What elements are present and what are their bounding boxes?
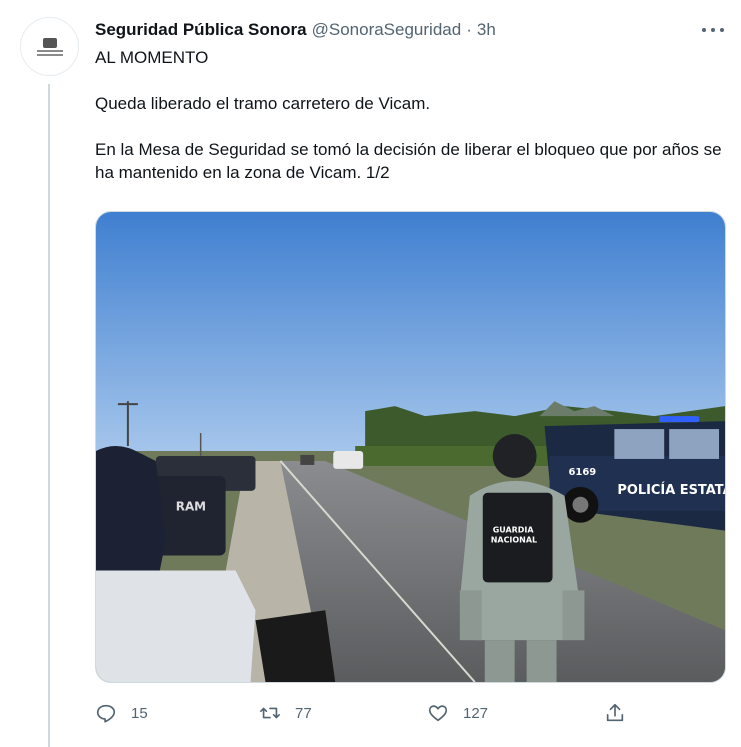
heart-icon [428, 705, 448, 722]
tweet-line-details: En la Mesa de Seguridad se tomó la decis… [95, 140, 722, 182]
tweet-line-headline: AL MOMENTO [95, 48, 209, 67]
truck-number: 6169 [568, 467, 596, 478]
tweet-text: AL MOMENTO Queda liberado el tramo carre… [95, 46, 725, 184]
more-options-icon[interactable] [702, 20, 724, 40]
retweet-button[interactable]: 77 [259, 699, 312, 727]
tweet-header: Seguridad Pública Sonora @SonoraSegurida… [95, 18, 725, 42]
tweet-actions: 15 77 127 [95, 699, 630, 727]
tweet-timestamp[interactable]: 3h [477, 20, 496, 40]
tweet-line-announcement: Queda liberado el tramo carretero de Vic… [95, 94, 431, 113]
retweet-icon [260, 707, 280, 719]
avatar[interactable] [20, 17, 79, 76]
truck-label: POLICÍA ESTATAL [617, 482, 725, 498]
vest-label-2: NACIONAL [491, 536, 537, 545]
share-button[interactable] [604, 699, 626, 727]
reply-count: 15 [131, 704, 148, 722]
like-count: 127 [463, 704, 489, 722]
government-seal-icon [30, 34, 70, 60]
reply-button[interactable]: 15 [95, 699, 148, 727]
photo-scene: RAM POLICÍA ESTATAL 6169 GUARDIA NACIONA… [96, 212, 725, 682]
vest-label-1: GUARDIA [493, 526, 535, 535]
tweet-photo[interactable]: RAM POLICÍA ESTATAL 6169 GUARDIA NACIONA… [95, 211, 726, 683]
like-button[interactable]: 127 [427, 699, 488, 727]
author-handle[interactable]: @SonoraSeguridad [312, 20, 462, 40]
separator-dot: · [466, 20, 472, 39]
author-name[interactable]: Seguridad Pública Sonora [95, 20, 307, 40]
retweet-count: 77 [295, 704, 312, 722]
share-icon [606, 703, 624, 722]
reply-icon [96, 704, 116, 723]
thread-line [48, 84, 50, 747]
left-truck-label: RAM [176, 500, 206, 514]
